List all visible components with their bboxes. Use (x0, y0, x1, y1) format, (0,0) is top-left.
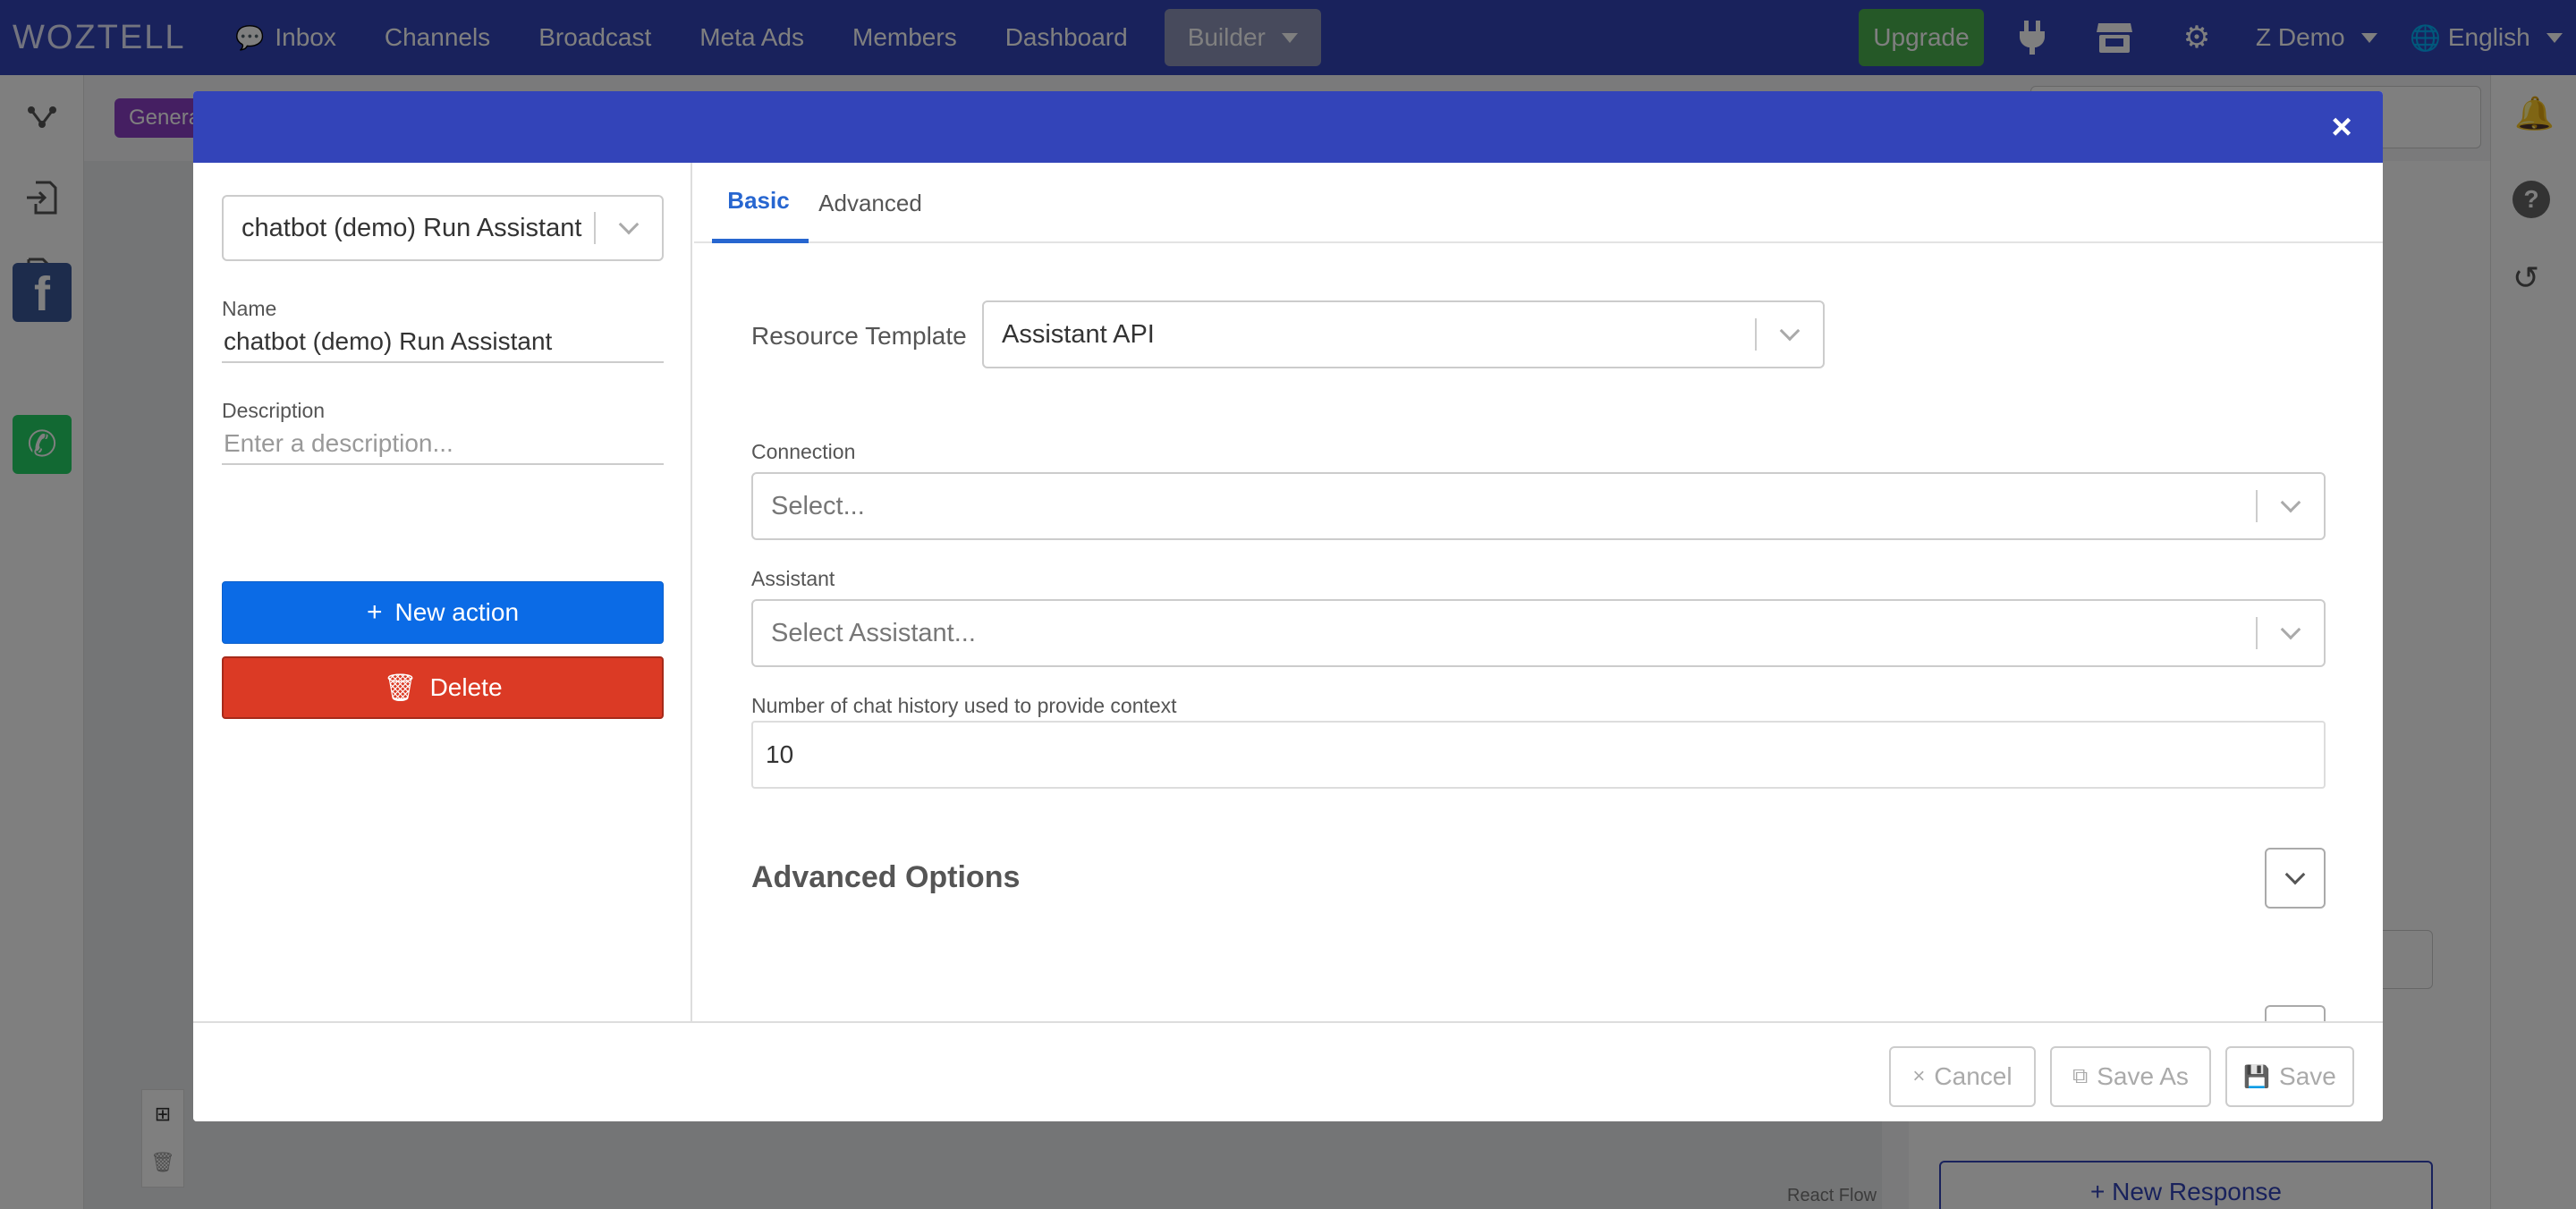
chevron-down-icon (1757, 302, 1823, 367)
new-action-button[interactable]: + New action (222, 581, 664, 644)
tab-bar: Basic Advanced (694, 163, 2383, 243)
chevron-down-icon (2284, 864, 2306, 885)
advanced-options-title: Advanced Options (751, 860, 1021, 894)
floppy-icon: 💾 (2243, 1064, 2271, 1089)
assistant-label: Assistant (751, 567, 835, 590)
modal-footer: × Cancel ⧉ Save As 💾 Save (193, 1021, 2383, 1121)
history-count-input[interactable]: 10 (751, 721, 2326, 789)
cancel-label: Cancel (1934, 1062, 2012, 1090)
node-editor-modal: × chatbot (demo) Run Assistant Name chat… (193, 91, 2383, 1121)
name-input[interactable]: chatbot (demo) Run Assistant (222, 322, 664, 363)
modal-left-column: chatbot (demo) Run Assistant Name chatbo… (193, 163, 692, 1021)
resource-template-value: Assistant API (1002, 319, 1155, 349)
save-as-button[interactable]: ⧉ Save As (2050, 1046, 2211, 1107)
copy-icon: ⧉ (2072, 1064, 2089, 1088)
plus-icon: + (366, 597, 383, 627)
resource-template-select[interactable]: Assistant API (982, 300, 1825, 368)
assistant-placeholder: Select Assistant... (771, 618, 976, 647)
new-action-label: New action (394, 598, 520, 626)
description-input[interactable]: Enter a description... (222, 424, 664, 465)
trash-icon: 🗑 (383, 672, 418, 703)
modal-right-column: Basic Advanced Resource Template Assista… (694, 163, 2383, 1021)
chevron-down-icon (2258, 474, 2324, 538)
description-label: Description (222, 399, 326, 422)
modal-header: × (193, 91, 2383, 163)
save-as-label: Save As (2097, 1062, 2189, 1090)
connection-placeholder: Select... (771, 491, 865, 520)
save-label: Save (2279, 1062, 2336, 1090)
delete-label: Delete (429, 673, 503, 701)
resource-template-label: Resource Template (751, 322, 967, 350)
tab-basic[interactable]: Basic (712, 163, 809, 243)
assistant-select[interactable]: Select Assistant... (751, 599, 2326, 667)
delete-button[interactable]: 🗑 Delete (222, 656, 664, 719)
node-select-value: chatbot (demo) Run Assistant (242, 213, 582, 242)
tab-advanced[interactable]: Advanced (812, 163, 928, 243)
name-label: Name (222, 297, 277, 320)
node-select[interactable]: chatbot (demo) Run Assistant (222, 195, 664, 261)
close-icon[interactable]: × (2322, 107, 2361, 147)
chevron-down-icon (2258, 601, 2324, 665)
save-button[interactable]: 💾 Save (2225, 1046, 2354, 1107)
connection-label: Connection (751, 440, 856, 463)
next-section-toggle[interactable] (2265, 1005, 2326, 1021)
chevron-down-icon (596, 197, 662, 259)
close-icon: × (1912, 1064, 1926, 1088)
cancel-button[interactable]: × Cancel (1889, 1046, 2036, 1107)
history-count-label: Number of chat history used to provide c… (751, 694, 1177, 717)
connection-select[interactable]: Select... (751, 472, 2326, 540)
advanced-options-toggle[interactable] (2265, 848, 2326, 909)
